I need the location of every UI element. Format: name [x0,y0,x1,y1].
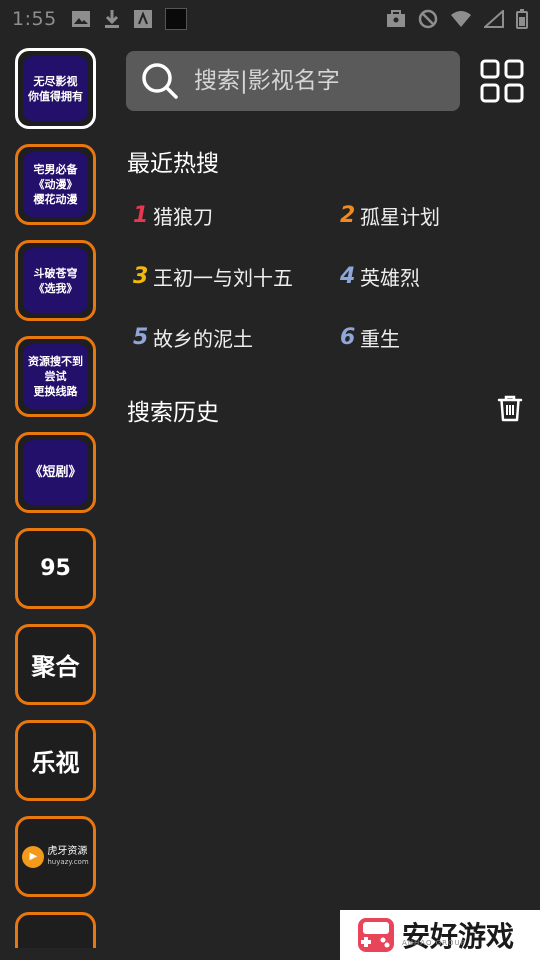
source-sidebar[interactable]: 无尽影视 你值得拥有 宅男必备 《动漫》 樱花动漫 斗破苍穹 《选我》 资源搜不… [0,40,112,948]
search-icon [142,63,178,99]
search-input[interactable] [194,68,444,94]
source-label-line: 你值得拥有 [28,89,83,103]
source-label: 虎牙资源 [47,845,88,857]
hot-search-name: 英雄烈 [360,266,420,290]
source-item-leshi[interactable]: 乐视 [15,720,96,801]
hot-search-name: 重生 [360,327,400,351]
rank-number: 5 [133,325,149,350]
briefcase-icon [387,10,405,27]
source-label-line: 尝试 [44,370,67,383]
rank-number: 2 [340,203,356,228]
source-label-line: 《短剧》 [29,465,82,480]
watermark-text: 安好游戏 [402,920,515,953]
search-bar[interactable] [126,51,460,111]
hot-search-name: 孤星计划 [360,205,440,229]
source-item-partial[interactable] [15,912,96,948]
hot-search-name: 故乡的泥土 [153,327,253,351]
dark-notification-icon [164,8,187,30]
source-label-line: 斗破苍穹 [33,266,78,280]
battery-icon [516,9,528,29]
hot-search-name: 猎狼刀 [153,205,213,229]
source-label-line: 宅男必备 [33,163,78,176]
app-notification-icon [133,10,152,28]
source-label-line: 无尽影视 [33,74,78,88]
gamepad-logo-icon [358,918,394,952]
source-label: 聚合 [31,653,80,681]
source-item-wujin[interactable]: 无尽影视 你值得拥有 [15,48,96,129]
watermark-subtext: ANHAO GROUP [402,939,466,947]
download-icon [104,10,119,28]
trash-icon[interactable] [497,394,523,422]
status-bar: 1:55 [0,0,540,38]
source-label-line: 资源搜不到 [28,355,83,368]
signal-icon [484,10,504,28]
rank-number: 1 [133,203,149,228]
huya-logo: ▶ 虎牙资源 huyazy.com [22,845,89,868]
hot-search-name: 王初一与刘十五 [153,266,293,290]
rank-number: 3 [133,264,149,289]
source-item-doupo[interactable]: 斗破苍穹 《选我》 [15,240,96,321]
source-item-short-drama[interactable]: 《短剧》 [15,432,96,513]
rank-number: 6 [340,325,356,350]
source-label-line: 更换线路 [33,385,78,398]
status-time: 1:55 [12,8,57,30]
source-item-juhe[interactable]: 聚合 [15,624,96,705]
watermark: 安好游戏 [340,910,540,960]
hot-search-item[interactable]: 5 故乡的泥土 [133,323,253,352]
source-label: 95 [40,556,71,581]
search-history-title: 搜索历史 [127,400,219,426]
source-item-huya[interactable]: ▶ 虎牙资源 huyazy.com [15,816,96,897]
rank-number: 4 [340,264,356,289]
grid-menu-icon[interactable] [480,59,524,103]
source-label: 乐视 [31,749,80,777]
hot-search-item[interactable]: 6 重生 [340,323,400,352]
source-item-anime[interactable]: 宅男必备 《动漫》 樱花动漫 [15,144,96,225]
block-icon [418,9,438,29]
hot-search-item[interactable]: 4 英雄烈 [340,262,420,291]
play-icon: ▶ [22,845,45,868]
image-notification-icon [71,11,90,27]
hot-search-title: 最近热搜 [127,151,219,177]
wifi-icon [451,11,471,27]
hot-search-item[interactable]: 3 王初一与刘十五 [133,262,293,291]
source-item-95[interactable]: 95 [15,528,96,609]
source-label-line: 《动漫》 [33,178,78,191]
hot-search-item[interactable]: 1 猎狼刀 [133,201,213,230]
source-label-line: 樱花动漫 [33,193,78,206]
hot-search-item[interactable]: 2 孤星计划 [340,201,440,230]
source-label-line: 《选我》 [33,281,78,295]
source-sublabel: huyazy.com [47,857,89,866]
source-item-switch-line[interactable]: 资源搜不到 尝试 更换线路 [15,336,96,417]
